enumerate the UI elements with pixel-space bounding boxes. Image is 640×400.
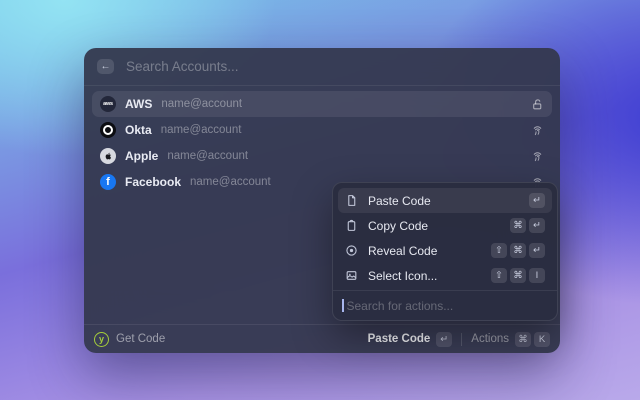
okta-logo-icon xyxy=(100,122,116,138)
actions-search-input[interactable] xyxy=(344,297,548,314)
status-bar: y Get Code Paste Code ↵ Actions ⌘ K xyxy=(84,324,560,353)
enter-key-badge: ↵ xyxy=(529,218,545,233)
aws-logo-icon: aws xyxy=(100,96,116,112)
actions-popup: Paste Code ↵ Copy Code ⌘ ↵ Reveal Code ⇧… xyxy=(332,182,558,321)
action-item-paste-code[interactable]: Paste Code ↵ xyxy=(338,188,552,213)
text-cursor xyxy=(342,299,344,312)
enter-key-badge: ↵ xyxy=(529,193,545,208)
image-icon xyxy=(345,269,359,282)
cmd-key-badge: ⌘ xyxy=(510,218,526,233)
account-subtitle: name@account xyxy=(160,124,242,136)
search-input[interactable] xyxy=(124,58,547,75)
shift-key-badge: ⇧ xyxy=(491,243,507,258)
account-subtitle: name@account xyxy=(190,176,271,188)
file-icon xyxy=(345,194,359,207)
action-item-copy-code[interactable]: Copy Code ⌘ ↵ xyxy=(338,213,552,238)
fingerprint-icon xyxy=(531,150,544,163)
search-header: ← xyxy=(84,48,560,85)
account-name: Apple xyxy=(125,149,159,163)
account-row-aws[interactable]: aws AWS name@account xyxy=(92,91,552,117)
action-item-reveal-code[interactable]: Reveal Code ⇧ ⌘ ↵ xyxy=(338,238,552,263)
app-logo-icon: y xyxy=(94,331,109,347)
account-subtitle: name@account xyxy=(167,150,249,162)
actions-search xyxy=(333,290,557,320)
clipboard-icon xyxy=(345,219,359,232)
account-name: Facebook xyxy=(125,175,182,189)
action-label: Copy Code xyxy=(368,218,429,233)
facebook-logo-icon: f xyxy=(100,174,116,190)
shift-key-badge: ⇧ xyxy=(491,268,507,283)
back-button[interactable]: ← xyxy=(97,59,114,74)
actions-menu-button[interactable]: Actions xyxy=(471,333,509,345)
action-label: Reveal Code xyxy=(368,243,438,258)
actions-list: Paste Code ↵ Copy Code ⌘ ↵ Reveal Code ⇧… xyxy=(333,183,557,290)
cmd-key-badge: ⌘ xyxy=(510,243,526,258)
action-label: Paste Code xyxy=(368,193,431,208)
app-action-label: Get Code xyxy=(116,333,166,345)
action-label: Select Icon... xyxy=(368,268,438,283)
cmd-key-badge: ⌘ xyxy=(510,268,526,283)
enter-key-badge: ↵ xyxy=(436,331,453,347)
eye-icon xyxy=(345,244,359,257)
account-row-apple[interactable]: Apple name@account xyxy=(92,143,552,169)
fingerprint-icon xyxy=(531,124,544,137)
account-name: Okta xyxy=(125,123,152,137)
footer-divider xyxy=(461,332,463,346)
account-subtitle: name@account xyxy=(161,98,243,110)
action-item-select-icon[interactable]: Select Icon... ⇧ ⌘ I xyxy=(338,263,552,288)
account-row-okta[interactable]: Okta name@account xyxy=(92,117,552,143)
account-name: AWS xyxy=(125,97,153,111)
enter-key-badge: ↵ xyxy=(529,243,545,258)
lock-open-icon xyxy=(531,98,544,111)
cmd-key-badge: ⌘ xyxy=(515,331,531,347)
i-key-badge: I xyxy=(529,268,545,283)
k-key-badge: K xyxy=(534,331,550,347)
apple-logo-icon xyxy=(100,148,116,164)
primary-action-button[interactable]: Paste Code xyxy=(368,333,431,345)
